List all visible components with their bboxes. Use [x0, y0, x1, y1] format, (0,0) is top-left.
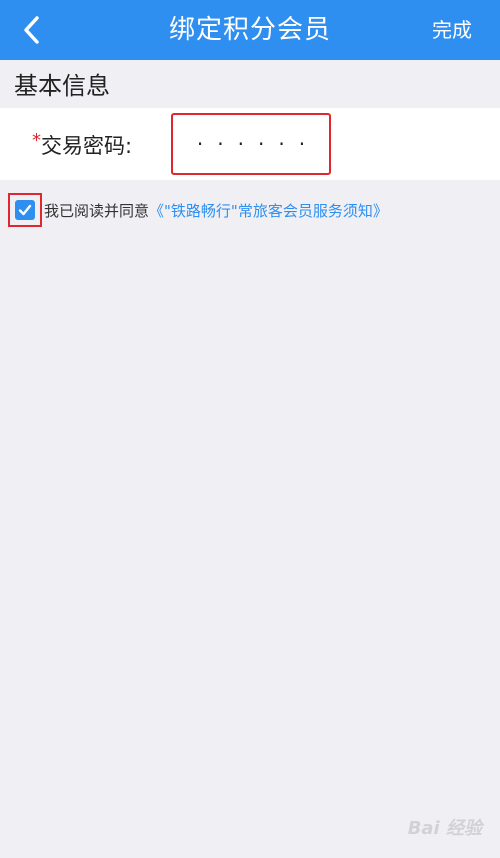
checkmark-icon — [18, 204, 32, 216]
password-label: *交易密码: — [32, 130, 132, 160]
navigation-bar: 绑定积分会员 完成 — [0, 0, 500, 60]
agreement-row: 我已阅读并同意 《"铁路畅行"常旅客会员服务须知》 — [8, 193, 388, 227]
password-input[interactable]: ······ — [171, 113, 331, 175]
agreement-checkbox-highlight[interactable] — [8, 193, 42, 227]
required-mark: * — [32, 130, 41, 151]
page-title: 绑定积分会员 — [168, 15, 331, 45]
agreement-checkbox[interactable] — [15, 200, 35, 220]
password-dots: ······ — [196, 132, 320, 156]
done-button[interactable]: 完成 — [432, 0, 472, 60]
watermark-logo: Bai 经验 — [407, 818, 482, 839]
password-form-row: *交易密码: ······ — [0, 108, 500, 180]
section-title: 基本信息 — [14, 72, 110, 100]
agreement-link[interactable]: 《"铁路畅行"常旅客会员服务须知》 — [149, 200, 388, 221]
agreement-text: 我已阅读并同意 — [44, 201, 150, 220]
password-label-text: 交易密码: — [41, 134, 133, 158]
